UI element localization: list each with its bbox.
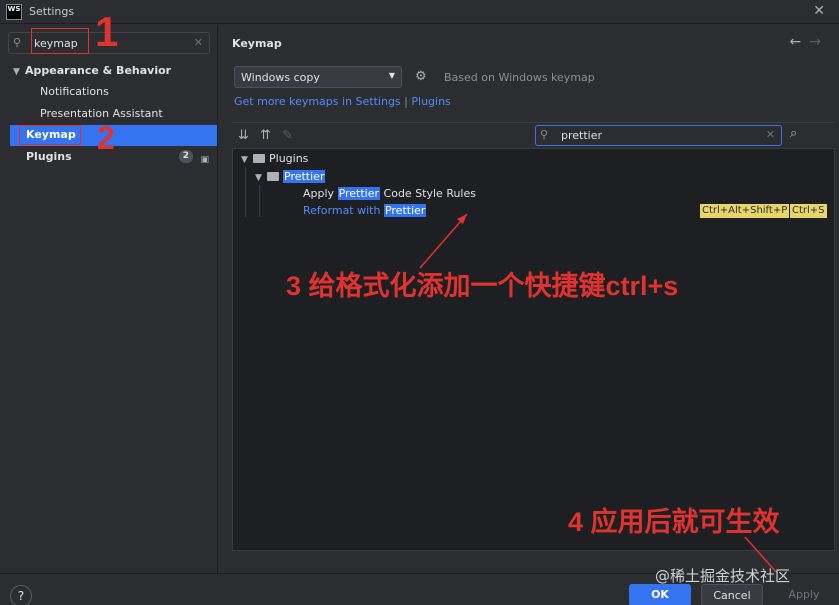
plugins-grid-icon: ▣ [200, 155, 209, 165]
tree-row-apply-code-style[interactable]: Apply Prettier Code Style Rules [233, 185, 834, 203]
annotation-number-2: 2 [97, 120, 115, 156]
edit-pencil-icon[interactable]: ✎ [282, 128, 293, 143]
forward-arrow-icon[interactable]: → [809, 34, 829, 50]
keymap-links: Get more keymaps in Settings | Plugins [234, 95, 451, 108]
ok-button[interactable]: OK [629, 584, 691, 605]
chevron-down-icon: ▼ [241, 155, 248, 165]
collapse-all-icon[interactable]: ⇈ [260, 128, 271, 143]
close-icon[interactable]: ✕ [813, 3, 825, 19]
window-title: Settings [29, 5, 75, 18]
annotation-step-4: 4 应用后就可生效 [568, 507, 780, 537]
annotation-box-search [31, 28, 89, 54]
keymap-filter-input[interactable]: ⚲ prettier ✕ [535, 125, 782, 146]
annotation-number-1: 1 [95, 8, 119, 55]
keymap-dropdown-value: Windows copy [241, 71, 320, 84]
nav-arrows: ←→ [790, 34, 829, 50]
chevron-down-icon: ▼ [13, 67, 20, 77]
help-button[interactable]: ? [10, 585, 32, 605]
get-more-keymaps-link[interactable]: Get more keymaps in Settings [234, 95, 401, 108]
title-bar: WS Settings ✕ [0, 0, 839, 24]
keymap-dropdown[interactable]: Windows copy ▼ [234, 66, 402, 88]
gear-icon[interactable]: ⚙ [415, 69, 427, 84]
clear-search-icon[interactable]: ✕ [194, 36, 203, 49]
apply-button[interactable]: Apply [773, 584, 835, 605]
find-by-shortcut-icon[interactable]: ⌕ [790, 126, 797, 141]
plugins-count-badge: 2 [178, 150, 193, 163]
action-tree: ▼ Plugins ▼ Prettier Apply Prettier Code S… [232, 148, 835, 551]
based-on-text: Based on Windows keymap [444, 71, 595, 84]
watermark-text: @稀土掘金技术社区 [655, 567, 791, 585]
folder-icon [253, 154, 265, 163]
search-icon: ⚲ [13, 36, 22, 49]
sidebar-item-notifications[interactable]: Notifications [0, 81, 217, 102]
plugins-link[interactable]: Plugins [411, 95, 450, 108]
settings-sidebar: ⚲ keymap ✕ ▼ Appearance & Behavior Notifi… [0, 25, 218, 573]
tree-row-reformat-with-prettier[interactable]: Reformat with Prettier Ctrl+Alt+Shift+P … [233, 202, 834, 220]
expand-all-icon[interactable]: ⇊ [238, 128, 249, 143]
annotation-box-keymap [19, 125, 81, 145]
tree-row-prettier[interactable]: ▼ Prettier [233, 168, 834, 186]
link-separator: | [404, 95, 408, 108]
cancel-button[interactable]: Cancel [701, 584, 763, 605]
annotation-step-3: 3 给格式化添加一个快捷键ctrl+s [286, 271, 679, 301]
tree-row-plugins[interactable]: ▼ Plugins [233, 150, 834, 168]
keymap-filter-value: prettier [561, 129, 603, 142]
folder-icon [267, 172, 279, 181]
back-arrow-icon[interactable]: ← [790, 34, 810, 50]
keymap-toolbar: ⇊ ⇈ ✎ ⚲ prettier ✕ ⌕ [232, 122, 835, 148]
page-title: Keymap [232, 37, 282, 50]
shortcut-badge: Ctrl+S [790, 204, 827, 218]
webstorm-logo-icon: WS [6, 3, 22, 20]
sidebar-item-appearance-behavior[interactable]: ▼ Appearance & Behavior [0, 60, 217, 81]
shortcut-badge: Ctrl+Alt+Shift+P [700, 204, 790, 218]
search-icon: ⚲ [540, 128, 549, 141]
clear-filter-icon[interactable]: ✕ [766, 128, 775, 141]
chevron-down-icon: ▼ [388, 71, 395, 80]
